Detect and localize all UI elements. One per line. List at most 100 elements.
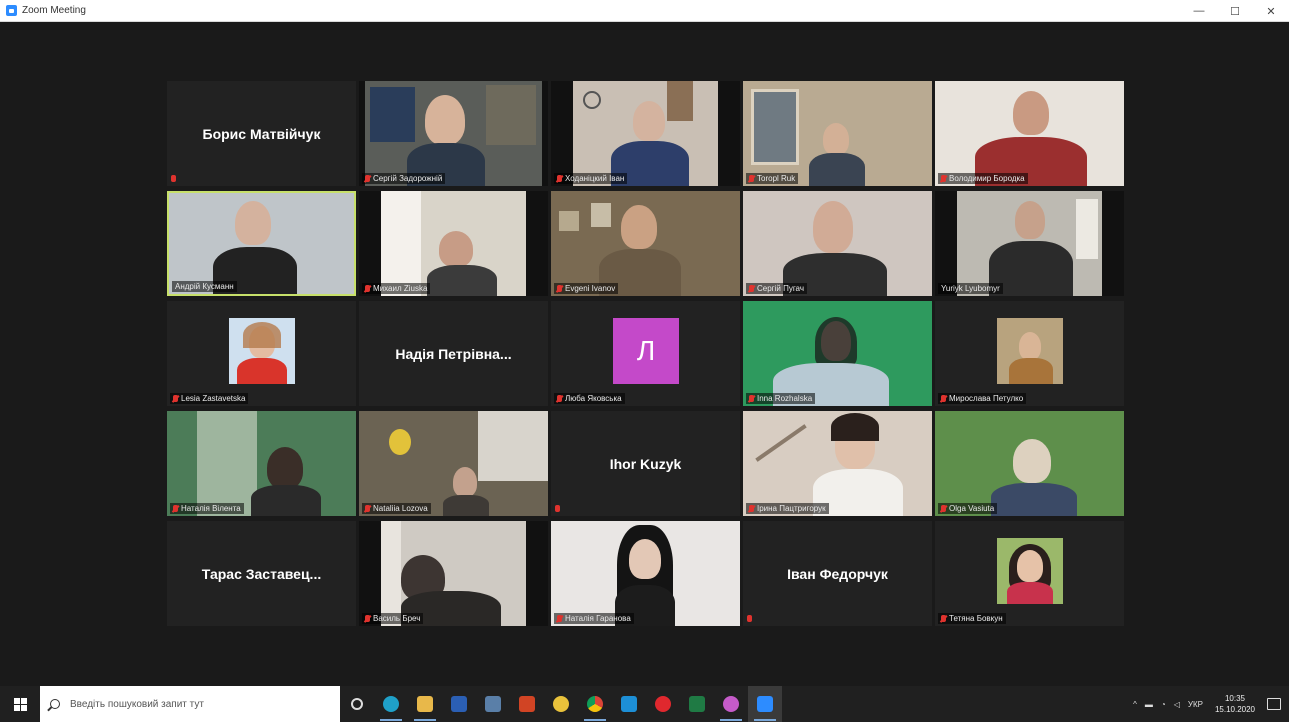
participant-name-label: Люба Яковська [554, 393, 625, 404]
participant-name: Ihor Kuzyk [609, 455, 682, 472]
clock-time: 10:35 [1224, 694, 1245, 703]
taskbar-app-powerpoint[interactable] [510, 686, 544, 722]
participant-name-label: Ірина Пацтригорук [746, 503, 829, 514]
search-icon [50, 699, 60, 709]
taskbar-app-chrome[interactable] [578, 686, 612, 722]
video-feed [743, 411, 932, 516]
video-feed [381, 191, 526, 296]
close-button[interactable]: ✕ [1253, 0, 1289, 22]
window-controls: — ☐ ✕ [1181, 0, 1289, 22]
participant-tile[interactable]: Ihor Kuzyk [551, 411, 740, 516]
windows-logo-icon [13, 697, 27, 711]
participant-tile[interactable]: Inna Rozhalska [743, 301, 932, 406]
participant-tile[interactable]: Ходаніцкий Іван [551, 81, 740, 186]
taskbar-app-opera[interactable] [646, 686, 680, 722]
participant-tile[interactable]: Nataliia Lozova [359, 411, 548, 516]
participant-tile[interactable]: Yuriyk Lyubomyr [935, 191, 1124, 296]
participant-tile[interactable]: Л Люба Яковська [551, 301, 740, 406]
participant-tile[interactable]: Тарас Заставец... [167, 521, 356, 626]
participant-tile[interactable]: Lesia Zastavetska [167, 301, 356, 406]
video-feed [743, 81, 932, 186]
participant-tile[interactable]: Наталія Вілента [167, 411, 356, 516]
participant-name-label: Михаил Ziuska [362, 283, 431, 294]
participant-avatar-initial: Л [613, 318, 679, 384]
mic-muted-icon [557, 395, 562, 402]
taskbar-app-explorer[interactable] [408, 686, 442, 722]
video-feed [957, 191, 1102, 296]
participant-name-label: Василь Бреч [362, 613, 424, 624]
participant-tile[interactable]: Надія Петрівна... [359, 301, 548, 406]
participant-tile[interactable]: Toropl Ruk [743, 81, 932, 186]
participant-name-label: Тетяна Бовкун [938, 613, 1006, 624]
mic-muted-icon [941, 395, 946, 402]
participant-name: Іван Федорчук [787, 565, 888, 582]
video-feed [935, 411, 1124, 516]
participant-tile[interactable]: Василь Бреч [359, 521, 548, 626]
participant-tile[interactable]: Борис Матвійчук [167, 81, 356, 186]
mic-muted-icon [365, 505, 370, 512]
start-button[interactable] [0, 686, 40, 722]
participant-tile[interactable]: Іван Федорчук [743, 521, 932, 626]
minimize-button[interactable]: — [1181, 0, 1217, 22]
file-explorer-icon [417, 696, 433, 712]
zoom-app-icon [6, 5, 17, 16]
mic-muted-icon [365, 175, 370, 182]
language-indicator[interactable]: УКР [1188, 700, 1203, 709]
taskbar-app-viber[interactable] [714, 686, 748, 722]
network-icon[interactable]: ◔ [1161, 700, 1166, 709]
word-icon [451, 696, 467, 712]
clock-date: 15.10.2020 [1214, 705, 1255, 714]
mic-muted-icon [171, 175, 176, 182]
show-hidden-icons-chevron-icon[interactable]: ^ [1133, 700, 1137, 709]
participant-tile[interactable]: Evgeni Ivanov [551, 191, 740, 296]
taskbar-app-word[interactable] [442, 686, 476, 722]
zoom-icon [757, 696, 773, 712]
mic-muted-icon [173, 395, 178, 402]
taskbar-app-files[interactable] [476, 686, 510, 722]
participant-tile[interactable]: Сергій Задорожній [359, 81, 548, 186]
windows-taskbar: Введіть пошуковий запит тут ^ ▬ ◔ ◁ УКР … [0, 686, 1289, 722]
participant-tile[interactable]: Володимир Бородка [935, 81, 1124, 186]
video-feed [169, 193, 354, 294]
mic-muted-icon [557, 175, 562, 182]
participant-tile[interactable]: Наталія Гаранова [551, 521, 740, 626]
battery-icon[interactable]: ▬ [1145, 700, 1153, 709]
taskbar-clock[interactable]: 10:35 15.10.2020 [1215, 693, 1255, 715]
participant-tile[interactable]: Сергій Пугач [743, 191, 932, 296]
search-placeholder: Введіть пошуковий запит тут [70, 698, 204, 710]
task-view-icon [351, 698, 363, 710]
taskbar-app-zoom[interactable] [748, 686, 782, 722]
participant-name-label: Lesia Zastavetska [170, 393, 249, 404]
mic-muted-icon [749, 175, 754, 182]
viber-icon [723, 696, 739, 712]
participant-name-label: Evgeni Ivanov [554, 283, 619, 294]
maximize-button[interactable]: ☐ [1217, 0, 1253, 22]
document-icon [485, 696, 501, 712]
participant-name-label: Наталія Гаранова [554, 613, 634, 624]
video-feed [551, 521, 740, 626]
task-view-button[interactable] [340, 686, 374, 722]
participant-name-label: Андрій Кусманн [172, 281, 237, 292]
participant-tile[interactable]: Михаил Ziuska [359, 191, 548, 296]
taskbar-app-excel[interactable] [680, 686, 714, 722]
participant-tile[interactable]: Мирослава Петулко [935, 301, 1124, 406]
participant-tile[interactable]: Тетяна Бовкун [935, 521, 1124, 626]
mic-muted-icon [941, 175, 946, 182]
mic-muted-icon [749, 505, 754, 512]
action-center-icon[interactable] [1267, 698, 1281, 710]
participant-tile[interactable]: Olga Vasiuta [935, 411, 1124, 516]
taskbar-app-store[interactable] [612, 686, 646, 722]
taskbar-search-box[interactable]: Введіть пошуковий запит тут [40, 686, 340, 722]
mic-muted-icon [555, 505, 560, 512]
volume-icon[interactable]: ◁ [1174, 700, 1180, 709]
participant-name-label: Inna Rozhalska [746, 393, 816, 404]
taskbar-app-yellow[interactable] [544, 686, 578, 722]
participant-name-label: Володимир Бородка [938, 173, 1028, 184]
taskbar-app-edge[interactable] [374, 686, 408, 722]
store-icon [621, 696, 637, 712]
meeting-gallery-view: Борис Матвійчук Сергій Задорожній Ходані… [6, 22, 1283, 686]
participant-tile-active-speaker[interactable]: Андрій Кусманн [167, 191, 356, 296]
participant-grid: Борис Матвійчук Сергій Задорожній Ходані… [167, 81, 1124, 626]
participant-tile[interactable]: Ірина Пацтригорук [743, 411, 932, 516]
participant-name-label: Ходаніцкий Іван [554, 173, 628, 184]
